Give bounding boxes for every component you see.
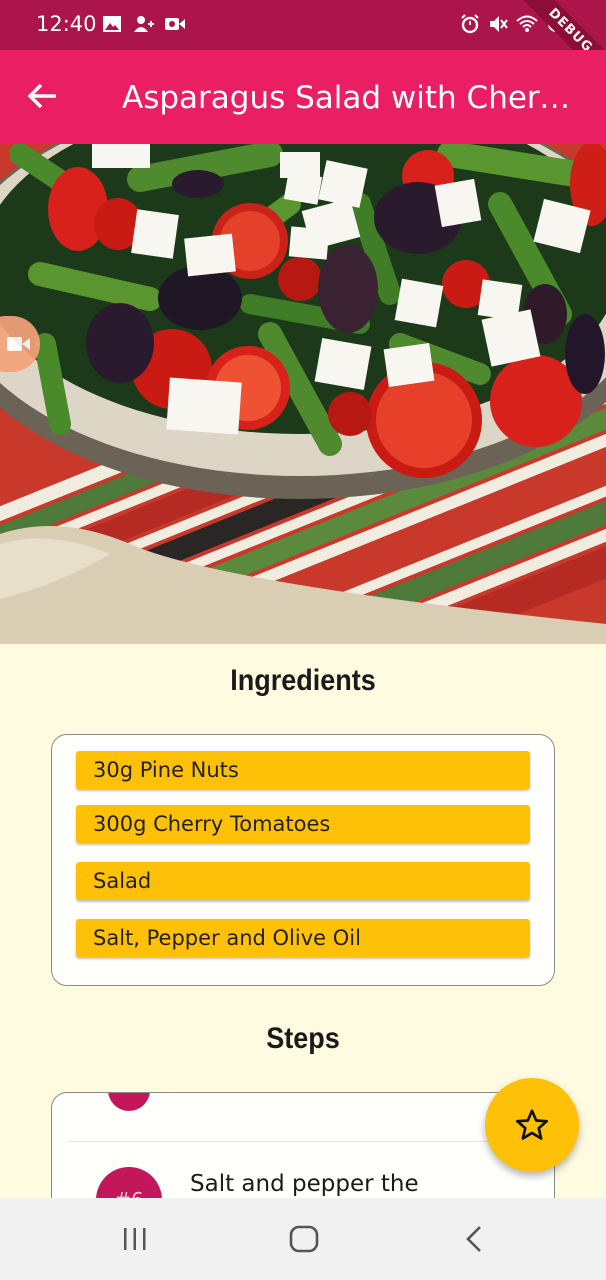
star-outline-icon: [515, 1109, 549, 1140]
steps-heading: Steps: [266, 1022, 340, 1055]
video-icon: [165, 18, 185, 30]
recipe-image: [0, 144, 606, 644]
divider: [68, 1141, 538, 1142]
recent-apps-button[interactable]: [120, 1224, 150, 1258]
home-button[interactable]: [288, 1224, 320, 1258]
step-text: Salt and pepper the: [190, 1171, 419, 1197]
ingredient-chip[interactable]: Salt, Pepper and Olive Oil: [76, 919, 530, 957]
ingredient-chip[interactable]: 300g Cherry Tomatoes: [76, 805, 530, 843]
recent-apps-icon: [124, 1228, 146, 1250]
app-bar: Asparagus Salad with Cherry Tomatoes: [0, 50, 606, 144]
back-icon: [466, 1226, 481, 1252]
back-button[interactable]: [26, 80, 66, 116]
image-icon: [103, 16, 121, 32]
page-title: Asparagus Salad with Cherry Tomatoes: [122, 80, 572, 116]
mute-icon: [490, 16, 508, 32]
ingredient-chip[interactable]: Salad: [76, 862, 530, 900]
ingredients-card: 30g Pine Nuts 300g Cherry Tomatoes Salad…: [51, 734, 555, 986]
ingredients-heading: Ingredients: [230, 664, 376, 697]
system-nav-bar: [0, 1198, 606, 1280]
wifi-icon: [516, 15, 538, 32]
step-number-badge: [108, 1093, 150, 1111]
ingredient-chip[interactable]: 30g Pine Nuts: [76, 751, 530, 789]
video-icon: [7, 337, 30, 351]
alarm-icon: [461, 14, 479, 34]
favorite-button[interactable]: [485, 1078, 579, 1172]
system-back-button[interactable]: [460, 1224, 490, 1258]
person-add-icon: [134, 16, 154, 32]
home-icon: [289, 1225, 319, 1253]
status-time: 12:40: [36, 12, 97, 36]
status-bar: 12:40 DEBUG: [0, 0, 606, 89]
salad-photo: [0, 144, 606, 644]
arrow-back-icon: [27, 83, 56, 109]
